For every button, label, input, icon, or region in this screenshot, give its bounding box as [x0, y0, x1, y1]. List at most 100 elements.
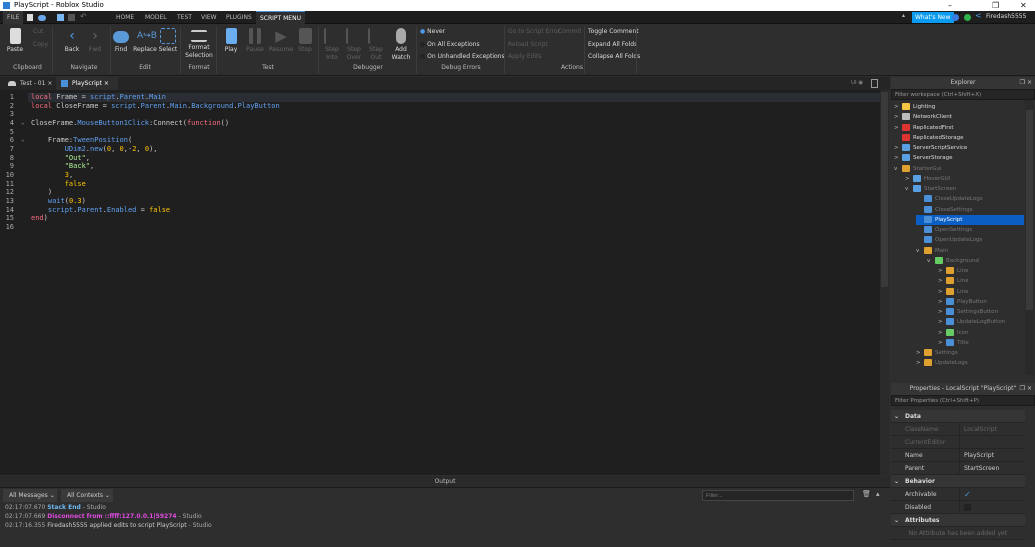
tab-script-menu[interactable]: SCRIPT MENU — [256, 11, 305, 24]
section-data[interactable]: ⌄Data — [891, 410, 1025, 423]
minimize-button[interactable]: – — [948, 0, 952, 11]
restore-button[interactable]: ❐ — [992, 0, 999, 11]
scrollbar-thumb[interactable] — [881, 92, 888, 287]
close-button[interactable]: ✕ — [1020, 0, 1027, 11]
stop-button[interactable]: Stop — [295, 28, 315, 54]
explorer-item[interactable]: >Line — [938, 266, 968, 276]
expand-chevron-icon[interactable]: > — [916, 358, 924, 368]
expand-chevron-icon[interactable]: > — [916, 348, 924, 358]
explorer-scrollbar[interactable] — [1025, 100, 1034, 375]
pause-button[interactable]: Pause — [244, 28, 266, 54]
ui-visibility-toggle[interactable]: UI ◉ — [851, 80, 863, 86]
section-behavior[interactable]: ⌄Behavior — [891, 475, 1025, 488]
explorer-item[interactable]: OpenUpdateLogs — [916, 235, 982, 245]
fold-chevron-icon[interactable]: ⌄ — [21, 136, 25, 143]
explorer-item[interactable]: PlayScript — [916, 215, 1024, 225]
explorer-item[interactable]: >Settings — [916, 348, 958, 358]
apply-edits-button[interactable]: Apply Edits — [508, 53, 542, 60]
expand-chevron-icon[interactable]: > — [894, 143, 902, 153]
format-selection-button[interactable]: Format Selection — [182, 28, 216, 60]
tab-test[interactable]: TEST — [173, 11, 196, 24]
close-tab-icon[interactable]: × — [104, 80, 109, 87]
properties-filter-input[interactable]: Filter Properties (Ctrl+Shift+P) — [891, 395, 1035, 406]
help-icon[interactable] — [952, 14, 959, 21]
explorer-item[interactable]: >ServerScriptService — [894, 143, 967, 153]
radio-on-all-exceptions[interactable]: ● On All Exceptions — [420, 41, 480, 48]
fold-chevron-icon[interactable]: ⌄ — [21, 119, 25, 126]
output-scroll-icon[interactable]: ▴ — [876, 490, 880, 498]
device-icon[interactable] — [871, 79, 878, 88]
explorer-item[interactable]: vStartScreen — [905, 184, 956, 194]
find-button[interactable]: Find — [112, 28, 130, 54]
output-filter-input[interactable] — [702, 490, 854, 501]
file-menu[interactable]: FILE — [3, 11, 23, 24]
all-messages-dropdown[interactable]: All Messages ⌄ — [3, 489, 57, 502]
tab-home[interactable]: HOME — [112, 11, 138, 24]
explorer-item[interactable]: CloseSettings — [916, 205, 973, 215]
clear-output-icon[interactable]: 🗑 — [862, 490, 871, 498]
tab-test-01[interactable]: Test - 01 × — [4, 77, 54, 90]
explorer-item[interactable]: >ReplicatedFirst — [894, 123, 954, 133]
explorer-item[interactable]: ReplicatedStorage — [894, 133, 963, 143]
explorer-item[interactable]: vStarterGui — [894, 164, 941, 174]
toggle-comment-button[interactable]: Toggle Comment — [588, 28, 639, 35]
expand-all-folds-button[interactable]: Expand All Folds — [588, 41, 637, 48]
back-button[interactable]: ‹Back — [60, 28, 84, 54]
expand-chevron-icon[interactable]: > — [938, 328, 946, 338]
close-panel-icon[interactable]: ❐ × — [1020, 383, 1032, 395]
collapse-ribbon-icon[interactable]: ▴ — [902, 12, 905, 19]
commit-button[interactable]: Commit — [558, 28, 582, 35]
stop-icon[interactable] — [68, 14, 75, 21]
explorer-item[interactable]: >Line — [938, 287, 968, 297]
cut-button[interactable]: Cut — [33, 28, 43, 35]
prop-name[interactable]: NamePlayScript — [891, 449, 1025, 462]
publish-icon[interactable] — [57, 14, 64, 21]
script-editor[interactable]: 12345678910111213141516 ⌄ ⌄ local Frame … — [0, 90, 880, 475]
expand-chevron-icon[interactable]: > — [905, 174, 913, 184]
explorer-item[interactable]: >UpdateLogs — [916, 358, 968, 368]
tab-playscript[interactable]: PlayScript × — [56, 77, 118, 90]
close-tab-icon[interactable]: × — [47, 80, 52, 87]
expand-chevron-icon[interactable]: > — [894, 112, 902, 122]
reload-script-button[interactable]: Reload Script — [508, 41, 548, 48]
archivable-checkbox[interactable]: ✓ — [959, 488, 971, 501]
scrollbar-thumb[interactable] — [1026, 110, 1033, 310]
go-to-script-error-button[interactable]: Go to Script Error — [508, 28, 560, 35]
explorer-item[interactable]: vBackground — [927, 256, 979, 266]
expand-chevron-icon[interactable]: > — [938, 276, 946, 286]
find-icon[interactable] — [38, 15, 46, 21]
select-button[interactable]: Select — [158, 28, 178, 54]
copy-button[interactable]: Copy — [33, 41, 48, 48]
expand-chevron-icon[interactable]: > — [938, 287, 946, 297]
expand-chevron-icon[interactable]: v — [916, 246, 924, 256]
expand-chevron-icon[interactable]: v — [927, 256, 935, 266]
explorer-item[interactable]: >Icon — [938, 328, 969, 338]
explorer-item[interactable]: >NetworkClient — [894, 112, 952, 122]
share-icon[interactable]: < — [975, 11, 982, 20]
close-panel-icon[interactable]: ❐ × — [1020, 77, 1032, 89]
expand-chevron-icon[interactable]: > — [938, 317, 946, 327]
explorer-filter-input[interactable]: Filter workspace (Ctrl+Shift+X) — [891, 89, 1035, 100]
undo-icon[interactable]: ↶ — [80, 12, 87, 21]
expand-chevron-icon[interactable]: v — [894, 164, 902, 174]
expand-chevron-icon[interactable]: > — [938, 307, 946, 317]
forward-button[interactable]: ›Fwd — [84, 28, 106, 54]
expand-chevron-icon[interactable]: > — [938, 266, 946, 276]
all-contexts-dropdown[interactable]: All Contexts ⌄ — [61, 489, 113, 502]
section-attributes[interactable]: ⌄Attributes — [891, 514, 1025, 527]
resume-button[interactable]: ▶Resume — [268, 28, 294, 54]
tab-model[interactable]: MODEL — [141, 11, 171, 24]
prop-value[interactable]: PlayScript — [959, 449, 994, 462]
status-icon[interactable] — [964, 14, 971, 21]
explorer-item[interactable]: >Line — [938, 276, 968, 286]
explorer-item[interactable]: >PlayButton — [938, 297, 987, 307]
replace-button[interactable]: A↪BReplace — [132, 28, 158, 54]
new-file-icon[interactable] — [27, 14, 33, 21]
code-content[interactable]: local Frame = script.Parent.Main local C… — [31, 93, 280, 223]
radio-never[interactable]: ● Never — [420, 28, 445, 35]
explorer-item[interactable]: vMain — [916, 246, 948, 256]
expand-chevron-icon[interactable]: > — [894, 102, 902, 112]
whats-new-button[interactable]: What's New — [912, 12, 954, 23]
expand-chevron-icon[interactable]: > — [938, 338, 946, 348]
explorer-item[interactable]: >HoverGUI — [905, 174, 950, 184]
